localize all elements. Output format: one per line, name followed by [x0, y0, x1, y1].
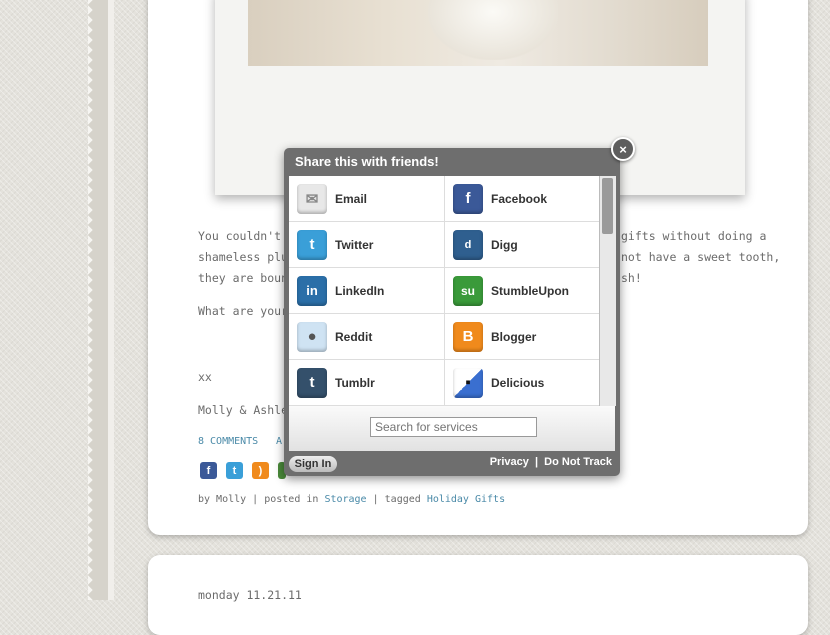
- comments-link[interactable]: 8 COMMENTS: [198, 436, 258, 447]
- meta-by: by Molly | posted in: [198, 494, 325, 505]
- scrollbar-thumb[interactable]: [602, 178, 613, 234]
- service-stumbleupon[interactable]: su StumbleUpon: [444, 268, 599, 314]
- zigzag-ribbon: [88, 0, 114, 600]
- post-text-line2b: not have a sweet tooth,: [621, 250, 781, 264]
- service-facebook[interactable]: f Facebook: [444, 176, 599, 222]
- service-twitter[interactable]: t Twitter: [289, 222, 444, 268]
- service-delicious[interactable]: ▪ Delicious: [444, 360, 599, 406]
- blogger-icon: B: [453, 321, 483, 352]
- linkedin-icon: in: [297, 275, 327, 306]
- service-label: Digg: [491, 237, 518, 252]
- share-services-grid: ✉ Email f Facebook t Twitter d Digg in Linked…: [289, 176, 599, 406]
- twitter-icon: t: [297, 229, 327, 260]
- service-label: Twitter: [335, 237, 374, 252]
- service-label: Tumblr: [335, 375, 375, 390]
- stumbleupon-icon: su: [453, 275, 483, 306]
- category-link[interactable]: Storage: [324, 494, 366, 505]
- share-title: Share this with friends!: [295, 154, 439, 169]
- tag-link-holiday[interactable]: Holiday: [427, 494, 469, 505]
- meta-tagged: | tagged: [366, 494, 427, 505]
- signoff-xx: xx: [198, 370, 212, 384]
- twitter-icon[interactable]: t: [226, 462, 243, 479]
- service-label: LinkedIn: [335, 283, 385, 298]
- service-label: Reddit: [335, 329, 373, 344]
- service-label: Email: [335, 191, 368, 206]
- facebook-icon: f: [453, 183, 483, 214]
- service-label: Facebook: [491, 191, 548, 206]
- service-label: StumbleUpon: [491, 283, 569, 298]
- post-text-line3a: they are bound: [198, 271, 295, 285]
- jar-image: [428, 0, 558, 60]
- service-search-input[interactable]: [370, 417, 537, 437]
- service-label: Delicious: [491, 375, 545, 390]
- signoff-names: Molly & Ashley: [198, 403, 295, 417]
- share-search-area: [289, 406, 615, 451]
- service-email[interactable]: ✉ Email: [289, 176, 444, 222]
- rss-icon[interactable]: ): [252, 462, 269, 479]
- tag-link-gifts[interactable]: Gifts: [475, 494, 505, 505]
- email-icon: ✉: [297, 183, 327, 214]
- post-text-line2a: shameless plug: [198, 250, 295, 264]
- digg-icon: d: [453, 229, 483, 260]
- comments-more-link[interactable]: A: [276, 436, 282, 447]
- reddit-icon: ●: [297, 321, 327, 352]
- service-linkedin[interactable]: in LinkedIn: [289, 268, 444, 314]
- sign-in-button[interactable]: Sign In: [289, 456, 337, 472]
- close-icon[interactable]: ×: [611, 137, 635, 161]
- service-blogger[interactable]: B Blogger: [444, 314, 599, 360]
- post-photo: [248, 0, 708, 66]
- tumblr-icon: t: [297, 367, 327, 398]
- privacy-links[interactable]: Privacy | Do Not Track: [490, 456, 612, 468]
- service-label: Blogger: [491, 329, 537, 344]
- share-scrollbar[interactable]: [599, 176, 616, 406]
- service-reddit[interactable]: ● Reddit: [289, 314, 444, 360]
- post-meta: by Molly | posted in Storage | tagged Ho…: [198, 494, 505, 505]
- delicious-icon: ▪: [453, 367, 483, 398]
- service-digg[interactable]: d Digg: [444, 222, 599, 268]
- post-social-icons: f t ): [200, 462, 286, 479]
- facebook-icon[interactable]: f: [200, 462, 217, 479]
- service-tumblr[interactable]: t Tumblr: [289, 360, 444, 406]
- post-text-line1b: gifts without doing a: [621, 229, 767, 243]
- share-popup: Share this with friends! ✉ Email f Faceboo…: [284, 148, 620, 476]
- post-text-line3b: sh!: [621, 271, 642, 285]
